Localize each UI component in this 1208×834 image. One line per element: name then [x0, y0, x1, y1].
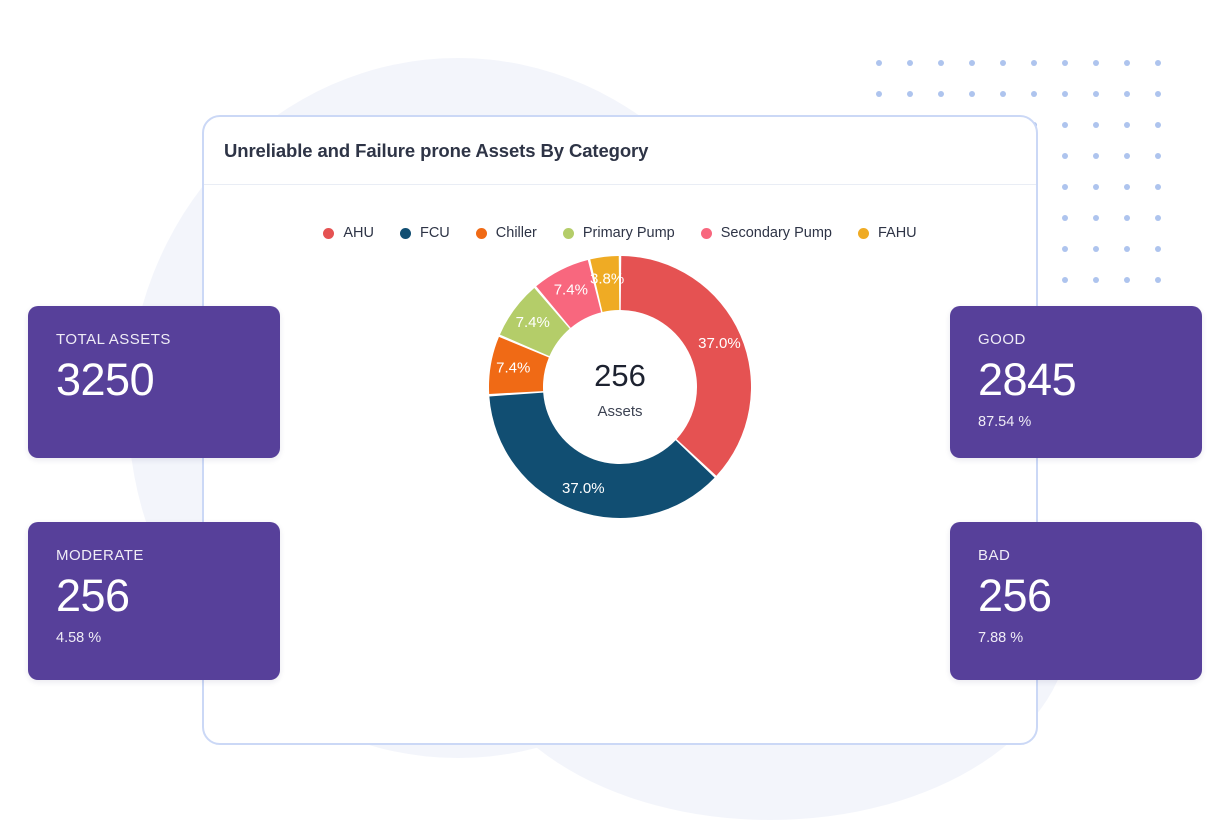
- decorative-dot: [1124, 122, 1130, 128]
- stat-card-total-assets[interactable]: TOTAL ASSETS 3250: [28, 306, 280, 458]
- decorative-dot: [1062, 153, 1068, 159]
- donut-slice-label: 37.0%: [698, 335, 741, 352]
- decorative-dot: [1093, 122, 1099, 128]
- stat-title-bad: BAD: [978, 547, 1011, 564]
- decorative-dot: [876, 60, 882, 66]
- decorative-dot: [1093, 277, 1099, 283]
- donut-slice-label: 7.4%: [554, 281, 588, 298]
- decorative-dot: [938, 60, 944, 66]
- decorative-dot: [1155, 184, 1161, 190]
- stat-title-total-assets: TOTAL ASSETS: [56, 331, 171, 348]
- decorative-dot: [1124, 215, 1130, 221]
- decorative-dot: [1093, 184, 1099, 190]
- decorative-dot: [1093, 215, 1099, 221]
- decorative-dot: [1000, 60, 1006, 66]
- donut-chart-wrap: 37.0% 37.0% 7.4% 7.4% 7.4% 3.8% 256 Assets: [204, 237, 1036, 677]
- donut-slice-label: 7.4%: [516, 314, 550, 331]
- decorative-dot: [1031, 60, 1037, 66]
- decorative-dot: [1124, 91, 1130, 97]
- stat-value-good: 2845: [978, 354, 1077, 405]
- decorative-dot: [1000, 91, 1006, 97]
- decorative-dot: [1062, 215, 1068, 221]
- donut-slice-label: 7.4%: [496, 360, 530, 377]
- decorative-dot: [1062, 122, 1068, 128]
- decorative-dot: [969, 60, 975, 66]
- decorative-dot: [1124, 184, 1130, 190]
- decorative-dot: [1124, 246, 1130, 252]
- decorative-dot: [876, 91, 882, 97]
- decorative-dot: [1155, 91, 1161, 97]
- decorative-dot: [1155, 277, 1161, 283]
- chart-card-header: Unreliable and Failure prone Assets By C…: [204, 117, 1036, 185]
- decorative-dot: [1093, 60, 1099, 66]
- donut-center-label: Assets: [597, 403, 642, 420]
- decorative-dot: [1155, 215, 1161, 221]
- decorative-dot: [1124, 153, 1130, 159]
- decorative-dot: [907, 60, 913, 66]
- donut-chart: 37.0%37.0%7.4%7.4%7.4%3.8%256Assets: [489, 256, 751, 518]
- decorative-dot: [1031, 91, 1037, 97]
- stat-pct-moderate: 4.58 %: [56, 629, 102, 646]
- decorative-dot: [1062, 60, 1068, 66]
- stat-pct-good: 87.54 %: [978, 413, 1032, 430]
- stat-title-good: GOOD: [978, 331, 1026, 348]
- decorative-dot: [1155, 122, 1161, 128]
- donut-slice-label: 3.8%: [590, 270, 624, 287]
- stat-card-bad[interactable]: BAD 256 7.88 %: [950, 522, 1202, 680]
- stat-value-moderate: 256: [56, 570, 130, 621]
- page-title: Unreliable and Failure prone Assets By C…: [224, 139, 649, 161]
- decorative-dot: [1093, 91, 1099, 97]
- chart-card: Unreliable and Failure prone Assets By C…: [202, 115, 1038, 745]
- decorative-dot: [1093, 246, 1099, 252]
- decorative-dot: [1124, 60, 1130, 66]
- stat-pct-bad: 7.88 %: [978, 629, 1024, 646]
- stat-value-bad: 256: [978, 570, 1052, 621]
- decorative-dot: [1155, 153, 1161, 159]
- decorative-dot: [1093, 153, 1099, 159]
- decorative-dot: [1062, 246, 1068, 252]
- decorative-dot: [907, 91, 913, 97]
- stat-card-good[interactable]: GOOD 2845 87.54 %: [950, 306, 1202, 458]
- decorative-dot: [1155, 246, 1161, 252]
- decorative-dot: [938, 91, 944, 97]
- stat-value-total-assets: 3250: [56, 354, 155, 405]
- stat-title-moderate: MODERATE: [56, 547, 144, 564]
- decorative-dot: [1155, 60, 1161, 66]
- decorative-dot: [1062, 277, 1068, 283]
- decorative-dot: [1062, 184, 1068, 190]
- decorative-dot: [1124, 277, 1130, 283]
- dashboard-screen: Unreliable and Failure prone Assets By C…: [0, 0, 1208, 834]
- decorative-dot: [969, 91, 975, 97]
- decorative-dot: [1062, 91, 1068, 97]
- donut-slice-label: 37.0%: [562, 480, 605, 497]
- stat-card-moderate[interactable]: MODERATE 256 4.58 %: [28, 522, 280, 680]
- donut-center-value: 256: [594, 358, 646, 393]
